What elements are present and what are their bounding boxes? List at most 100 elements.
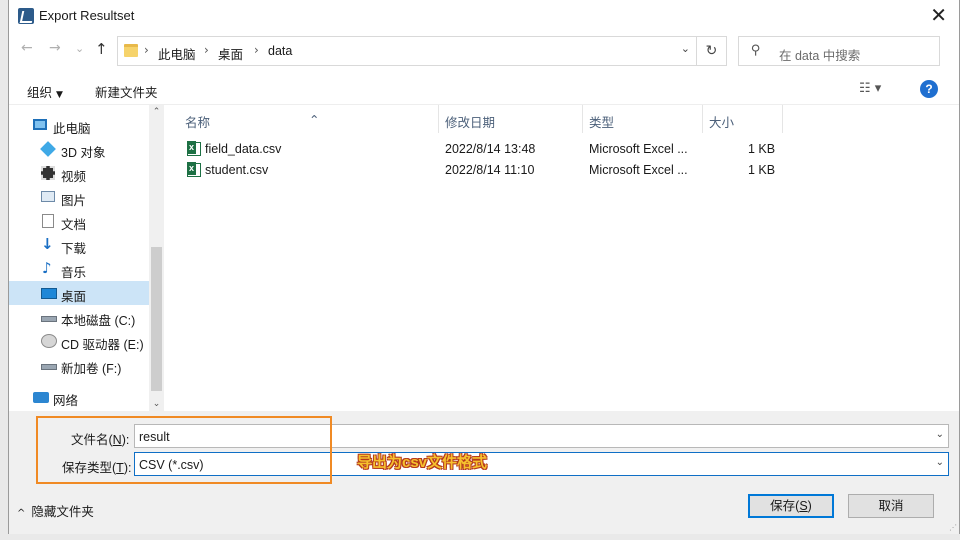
- up-arrow-icon[interactable]: ↑: [95, 40, 108, 58]
- sidebar-item-music[interactable]: ♪ 音乐: [9, 257, 149, 281]
- recent-locations-icon[interactable]: ⌄: [75, 42, 84, 55]
- organize-menu[interactable]: 组织 ▼: [27, 82, 63, 101]
- sort-ascending-icon: ⌃: [309, 112, 320, 127]
- scroll-up-icon[interactable]: ⌃: [149, 107, 164, 117]
- refresh-button[interactable]: ↻: [697, 36, 727, 66]
- column-header-label: 类型: [589, 116, 615, 130]
- network-icon: [33, 392, 49, 403]
- navigation-pane: 此电脑 3D 对象 视频 图片 文档 ↓ 下载 ♪ 音乐 桌面 本地磁盘 (C:…: [9, 105, 164, 411]
- sidebar-item-label: 本地磁盘 (C:): [61, 314, 136, 328]
- breadcrumb-separator: ›: [144, 43, 149, 57]
- excel-file-icon: [187, 141, 201, 156]
- chevron-down-icon[interactable]: ⌄: [936, 429, 944, 440]
- sidebar-item-label: 图片: [61, 194, 87, 208]
- sidebar-item-volume-f[interactable]: 新加卷 (F:): [9, 353, 149, 377]
- breadcrumb-desktop[interactable]: 桌面: [218, 44, 243, 63]
- scrollbar-thumb[interactable]: [151, 247, 162, 391]
- sidebar-item-desktop[interactable]: 桌面: [9, 281, 149, 305]
- save-button[interactable]: 保存(S): [748, 494, 834, 518]
- scroll-down-icon[interactable]: ⌄: [149, 399, 164, 409]
- computer-icon: [33, 119, 47, 130]
- sidebar-item-label: 音乐: [61, 266, 87, 280]
- chevron-down-icon[interactable]: ⌄: [936, 457, 944, 468]
- button-label: 保存(: [770, 499, 800, 513]
- back-arrow-icon[interactable]: ←: [21, 40, 33, 56]
- file-list: 名称 ⌃ 修改日期 类型 大小 field_data.csv 2022/8/14…: [169, 105, 951, 411]
- file-type: Microsoft Excel ...: [589, 163, 688, 177]
- view-options-icon[interactable]: ☷ ▾: [859, 81, 881, 96]
- sidebar-item-downloads[interactable]: ↓ 下载: [9, 233, 149, 257]
- sidebar-item-videos[interactable]: 视频: [9, 161, 149, 185]
- hide-folders-label: 隐藏文件夹: [31, 505, 94, 519]
- annotation-highlight-box: [36, 416, 332, 484]
- cd-drive-icon: [41, 334, 57, 348]
- column-header-label: 修改日期: [445, 116, 496, 130]
- breadcrumb-data[interactable]: data: [268, 44, 292, 58]
- address-row: ← → ⌄ ↑ › 此电脑 › 桌面 › data ⌄ ↻ ⚲ 在 data 中…: [9, 36, 959, 66]
- button-label: ): [807, 499, 812, 513]
- dropdown-arrow-icon: ▼: [56, 90, 63, 100]
- column-header-label: 名称: [185, 116, 211, 130]
- chevron-up-icon: ^: [17, 508, 26, 519]
- breadcrumb-this-pc[interactable]: 此电脑: [158, 44, 196, 63]
- sidebar-item-network[interactable]: 网络: [9, 385, 149, 409]
- breadcrumb-separator: ›: [204, 43, 209, 57]
- sidebar-item-label: 3D 对象: [61, 146, 106, 160]
- column-header-type[interactable]: 类型: [583, 105, 703, 133]
- column-header-label: 大小: [709, 116, 735, 130]
- search-input[interactable]: ⚲ 在 data 中搜索: [738, 36, 940, 66]
- sidebar-item-label: 新加卷 (F:): [61, 362, 122, 376]
- file-date: 2022/8/14 11:10: [445, 163, 535, 177]
- breadcrumb-separator: ›: [254, 43, 259, 57]
- file-name: student.csv: [205, 163, 269, 177]
- help-icon[interactable]: ?: [920, 80, 938, 98]
- sidebar-item-pictures[interactable]: 图片: [9, 185, 149, 209]
- drive-icon: [41, 316, 57, 322]
- app-icon: [18, 8, 34, 24]
- close-icon[interactable]: ✕: [930, 4, 947, 26]
- sidebar-item-3d-objects[interactable]: 3D 对象: [9, 137, 149, 161]
- chevron-down-icon[interactable]: ⌄: [681, 42, 690, 55]
- resize-grip-icon[interactable]: ⋰: [949, 523, 957, 532]
- sidebar-item-this-pc[interactable]: 此电脑: [9, 113, 149, 137]
- file-date: 2022/8/14 13:48: [445, 142, 536, 156]
- window-title: Export Resultset: [39, 8, 135, 23]
- table-row[interactable]: field_data.csv 2022/8/14 13:48 Microsoft…: [183, 139, 803, 160]
- hide-folders-toggle[interactable]: ^ 隐藏文件夹: [17, 501, 94, 520]
- file-size: 1 KB: [748, 142, 776, 156]
- desktop-icon: [41, 288, 57, 299]
- command-bar: 组织 ▼ 新建文件夹 ☷ ▾ ?: [9, 76, 959, 102]
- drive-icon: [41, 364, 57, 370]
- folder-icon: [124, 44, 138, 57]
- cube-icon: [40, 141, 56, 157]
- sidebar-scrollbar[interactable]: ⌃ ⌄: [149, 105, 164, 411]
- excel-file-icon: [187, 162, 201, 177]
- search-placeholder: 在 data 中搜索: [779, 49, 861, 63]
- address-bar[interactable]: › 此电脑 › 桌面 › data ⌄: [117, 36, 697, 66]
- music-icon: ♪: [42, 259, 52, 277]
- sidebar-item-documents[interactable]: 文档: [9, 209, 149, 233]
- sidebar-item-label: 桌面: [61, 290, 87, 304]
- sidebar-item-label: 文档: [61, 218, 87, 232]
- column-header-date[interactable]: 修改日期: [439, 105, 583, 133]
- sidebar-item-local-disk-c[interactable]: 本地磁盘 (C:): [9, 305, 149, 329]
- column-header-name[interactable]: 名称 ⌃: [169, 105, 439, 133]
- file-type: Microsoft Excel ...: [589, 142, 688, 156]
- cancel-button[interactable]: 取消: [848, 494, 934, 518]
- forward-arrow-icon[interactable]: →: [49, 40, 61, 56]
- sidebar-item-label: 视频: [61, 170, 87, 184]
- table-row[interactable]: student.csv 2022/8/14 11:10 Microsoft Ex…: [183, 160, 803, 181]
- document-icon: [42, 214, 54, 228]
- new-folder-button[interactable]: 新建文件夹: [95, 82, 158, 101]
- sidebar-item-label: 下载: [61, 242, 87, 256]
- sidebar-item-label: 此电脑: [53, 122, 91, 136]
- export-dialog: Export Resultset ✕ ← → ⌄ ↑ › 此电脑 › 桌面 › …: [8, 0, 960, 534]
- annotation-text: 导出为csv文件格式: [357, 454, 488, 471]
- sidebar-item-cd-drive-e[interactable]: CD 驱动器 (E:): [9, 329, 149, 353]
- video-icon: [41, 166, 55, 180]
- title-bar: Export Resultset ✕: [9, 0, 959, 32]
- picture-icon: [41, 191, 55, 202]
- file-name: field_data.csv: [205, 142, 282, 156]
- file-size: 1 KB: [748, 163, 776, 177]
- column-header-size[interactable]: 大小: [703, 105, 783, 133]
